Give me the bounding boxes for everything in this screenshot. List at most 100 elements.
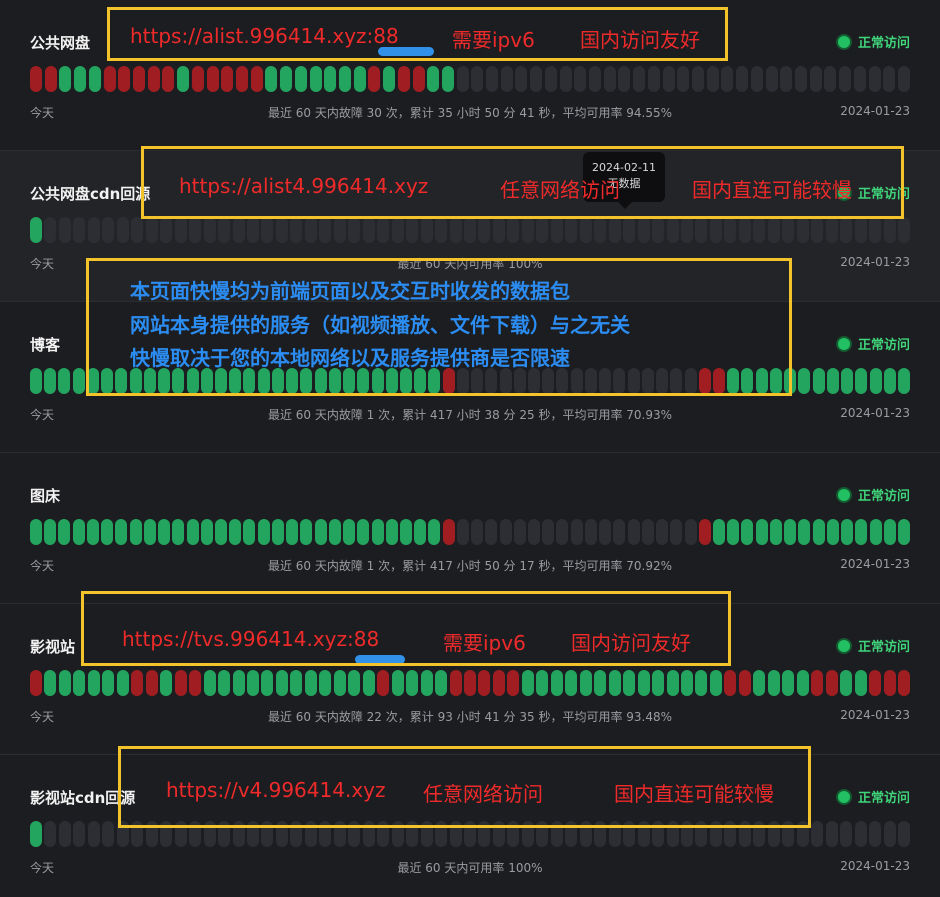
uptime-bar-nodata[interactable] xyxy=(898,217,910,243)
uptime-bar-up[interactable] xyxy=(200,519,213,545)
uptime-bar-nodata[interactable] xyxy=(218,217,231,243)
uptime-bar-up[interactable] xyxy=(343,519,356,545)
uptime-bar-nodata[interactable] xyxy=(641,519,654,545)
uptime-bar-nodata[interactable] xyxy=(515,66,528,92)
uptime-bar-nodata[interactable] xyxy=(627,519,640,545)
uptime-bar-up[interactable] xyxy=(58,368,71,394)
uptime-bar-nodata[interactable] xyxy=(840,821,853,847)
uptime-bar-nodata[interactable] xyxy=(869,821,882,847)
uptime-bar-nodata[interactable] xyxy=(579,217,592,243)
uptime-bar-nodata[interactable] xyxy=(811,821,824,847)
uptime-bar-nodata[interactable] xyxy=(565,217,578,243)
uptime-bar-nodata[interactable] xyxy=(73,217,86,243)
uptime-bar-nodata[interactable] xyxy=(684,519,697,545)
uptime-bar-down[interactable] xyxy=(412,66,425,92)
uptime-bar-nodata[interactable] xyxy=(608,217,621,243)
uptime-bar-down[interactable] xyxy=(131,670,144,696)
uptime-bar-down[interactable] xyxy=(507,670,520,696)
uptime-bar-nodata[interactable] xyxy=(780,66,793,92)
uptime-bar-nodata[interactable] xyxy=(854,217,867,243)
uptime-bar-up[interactable] xyxy=(406,670,419,696)
uptime-bar-up[interactable] xyxy=(898,368,910,394)
uptime-bar-down[interactable] xyxy=(449,670,462,696)
uptime-bar-up[interactable] xyxy=(88,66,101,92)
uptime-bar-up[interactable] xyxy=(385,519,398,545)
uptime-bar-nodata[interactable] xyxy=(603,66,616,92)
uptime-bar-down[interactable] xyxy=(189,670,202,696)
uptime-bar-down[interactable] xyxy=(44,66,57,92)
uptime-bar-up[interactable] xyxy=(784,519,797,545)
uptime-bar-up[interactable] xyxy=(116,670,129,696)
uptime-bar-up[interactable] xyxy=(324,66,337,92)
uptime-bar-nodata[interactable] xyxy=(637,217,650,243)
uptime-bar-up[interactable] xyxy=(158,519,171,545)
uptime-bar-up[interactable] xyxy=(767,670,780,696)
uptime-bar-down[interactable] xyxy=(30,66,42,92)
uptime-bar-nodata[interactable] xyxy=(471,519,484,545)
uptime-bar-up[interactable] xyxy=(798,519,811,545)
uptime-bar-up[interactable] xyxy=(214,519,227,545)
uptime-bar-up[interactable] xyxy=(290,670,303,696)
uptime-bar-nodata[interactable] xyxy=(736,66,749,92)
uptime-bar-nodata[interactable] xyxy=(584,519,597,545)
uptime-bar-nodata[interactable] xyxy=(500,66,513,92)
uptime-bar-up[interactable] xyxy=(271,519,284,545)
uptime-bar-nodata[interactable] xyxy=(869,217,882,243)
uptime-bar-nodata[interactable] xyxy=(662,66,675,92)
uptime-bar-down[interactable] xyxy=(221,66,234,92)
uptime-bar-up[interactable] xyxy=(579,670,592,696)
uptime-bar-up[interactable] xyxy=(812,519,825,545)
uptime-bar-nodata[interactable] xyxy=(574,66,587,92)
uptime-bar-down[interactable] xyxy=(811,670,824,696)
uptime-bar-up[interactable] xyxy=(420,670,433,696)
uptime-bar-nodata[interactable] xyxy=(796,217,809,243)
uptime-bar-up[interactable] xyxy=(854,670,867,696)
uptime-bar-nodata[interactable] xyxy=(174,217,187,243)
uptime-bar-up[interactable] xyxy=(257,519,270,545)
uptime-bar-nodata[interactable] xyxy=(767,217,780,243)
uptime-bar-up[interactable] xyxy=(841,368,854,394)
uptime-bar-nodata[interactable] xyxy=(189,217,202,243)
uptime-bar-up[interactable] xyxy=(753,670,766,696)
uptime-bar-up[interactable] xyxy=(177,66,190,92)
uptime-bar-nodata[interactable] xyxy=(692,66,705,92)
uptime-bar-nodata[interactable] xyxy=(898,66,910,92)
uptime-bar-nodata[interactable] xyxy=(721,66,734,92)
uptime-bar-up[interactable] xyxy=(30,519,42,545)
uptime-bar-up[interactable] xyxy=(855,368,868,394)
uptime-bar-up[interactable] xyxy=(741,519,754,545)
uptime-bar-nodata[interactable] xyxy=(750,66,763,92)
uptime-bar-nodata[interactable] xyxy=(647,66,660,92)
uptime-bar-nodata[interactable] xyxy=(811,217,824,243)
uptime-bar-nodata[interactable] xyxy=(795,66,808,92)
uptime-bar-up[interactable] xyxy=(594,670,607,696)
uptime-bar-up[interactable] xyxy=(300,519,313,545)
uptime-bar-up[interactable] xyxy=(102,670,115,696)
uptime-bar-nodata[interactable] xyxy=(589,66,602,92)
uptime-bar-nodata[interactable] xyxy=(594,217,607,243)
uptime-bar-nodata[interactable] xyxy=(530,66,543,92)
uptime-bar-down[interactable] xyxy=(377,670,390,696)
uptime-bar-down[interactable] xyxy=(145,670,158,696)
uptime-bar-nodata[interactable] xyxy=(883,217,896,243)
uptime-bar-up[interactable] xyxy=(247,670,259,696)
uptime-bar-up[interactable] xyxy=(435,670,448,696)
uptime-bar-nodata[interactable] xyxy=(656,519,669,545)
uptime-bar-down[interactable] xyxy=(724,670,737,696)
uptime-bar-nodata[interactable] xyxy=(570,519,583,545)
uptime-bar-down[interactable] xyxy=(442,519,455,545)
uptime-bar-up[interactable] xyxy=(709,670,722,696)
uptime-bar-nodata[interactable] xyxy=(304,217,317,243)
uptime-bar-up[interactable] xyxy=(782,670,795,696)
uptime-bar-nodata[interactable] xyxy=(559,66,572,92)
uptime-bar-nodata[interactable] xyxy=(232,217,245,243)
uptime-bar-up[interactable] xyxy=(883,519,896,545)
uptime-bar-up[interactable] xyxy=(855,519,868,545)
uptime-bar-nodata[interactable] xyxy=(87,217,100,243)
uptime-bar-nodata[interactable] xyxy=(486,66,499,92)
uptime-bar-up[interactable] xyxy=(637,670,650,696)
uptime-bar-down[interactable] xyxy=(368,66,381,92)
uptime-bar-up[interactable] xyxy=(30,368,42,394)
uptime-bar-up[interactable] xyxy=(265,66,278,92)
uptime-bar-nodata[interactable] xyxy=(883,66,896,92)
